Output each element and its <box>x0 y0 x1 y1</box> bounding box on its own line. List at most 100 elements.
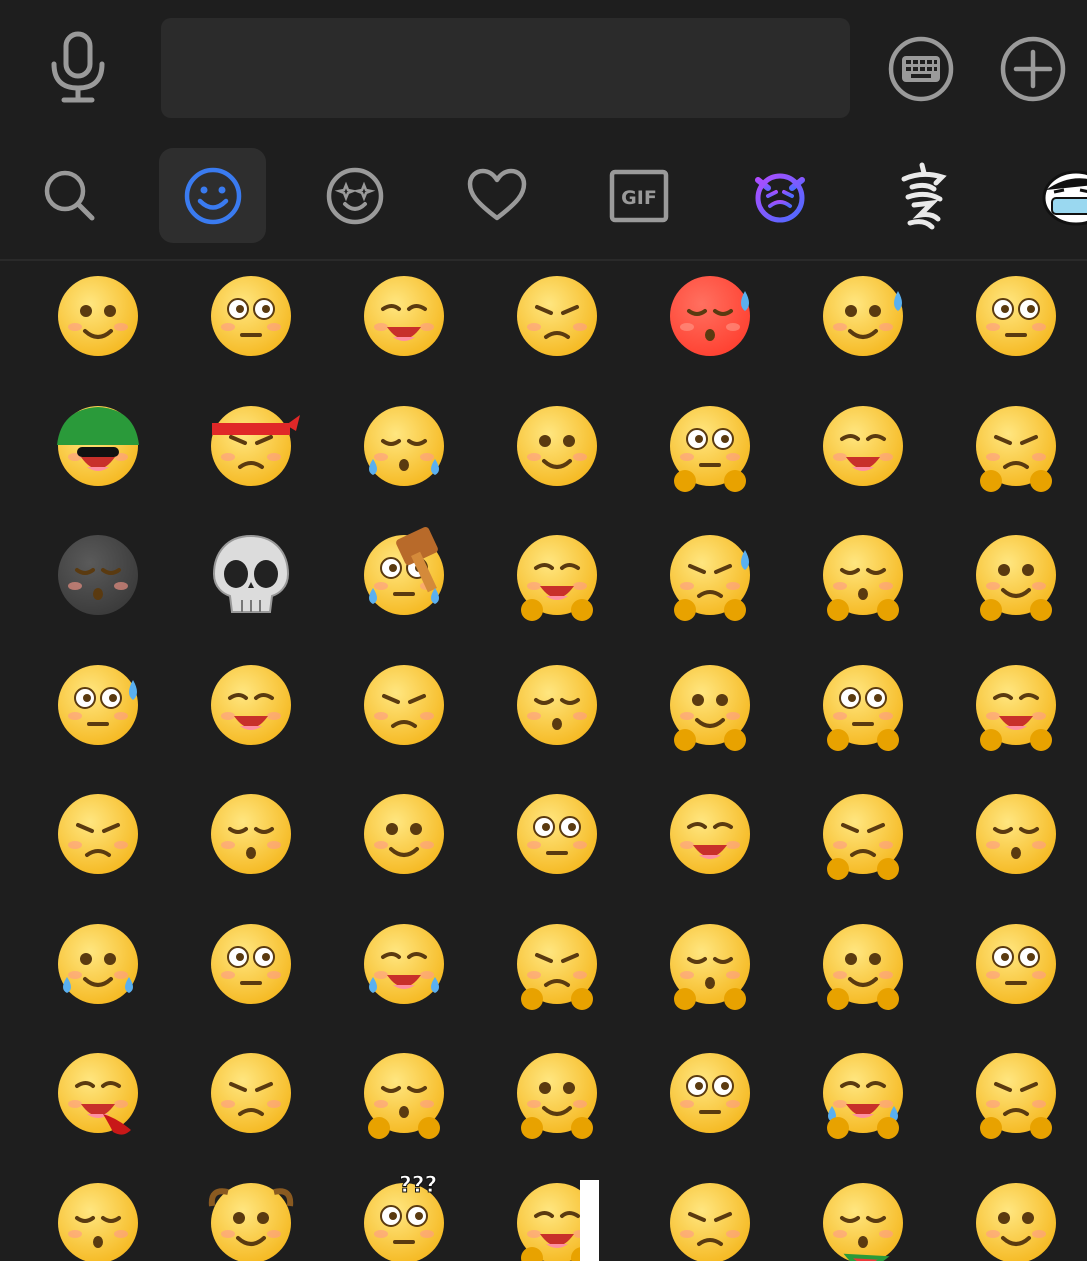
struggle-face-icon <box>976 405 1056 492</box>
emoji-thinking[interactable] <box>201 266 301 366</box>
emoji-tough[interactable] <box>201 396 301 496</box>
emoji-sick[interactable] <box>48 1173 148 1261</box>
emoji-cheer[interactable] <box>507 914 607 1014</box>
emoji-nosebleed[interactable] <box>48 1043 148 1143</box>
emoji-question[interactable]: ??? <box>354 1172 454 1261</box>
emoji-teary-eyes[interactable] <box>813 784 913 884</box>
grin-face-icon <box>976 276 1056 356</box>
emoji-shy[interactable] <box>660 914 760 1014</box>
emoji-hands-up[interactable] <box>354 1043 454 1143</box>
emoji-pout-arms[interactable] <box>813 655 913 755</box>
emoji-yawn-cover[interactable] <box>813 525 913 625</box>
skull-face-icon <box>212 534 290 613</box>
emoji-shocked[interactable] <box>660 784 760 884</box>
typing-face-icon <box>976 1053 1056 1139</box>
emoji-kiss[interactable] <box>354 784 454 884</box>
emoji-angry-shout[interactable] <box>354 396 454 496</box>
svg-text:???: ??? <box>399 1173 437 1198</box>
emoji-struggle[interactable] <box>966 396 1066 496</box>
emoji-drool[interactable] <box>354 266 454 366</box>
smiley-icon <box>184 167 241 224</box>
emoji-dim[interactable] <box>660 1043 760 1143</box>
emoji-blush-hold[interactable] <box>507 525 607 625</box>
emoji-facepalm-sweat[interactable] <box>660 525 760 625</box>
nosebleed-face-icon <box>58 1053 138 1135</box>
emoji-big-grin[interactable] <box>201 655 301 755</box>
tab-search[interactable] <box>16 148 123 243</box>
bald-face-icon <box>208 1182 294 1261</box>
dim-face-icon <box>670 1053 750 1133</box>
meh-face-icon <box>517 276 597 356</box>
scrollbar-thumb[interactable] <box>580 1180 599 1261</box>
yawn-face-icon <box>670 664 750 751</box>
pout-arms-face-icon <box>823 664 903 751</box>
emoji-melon[interactable] <box>813 1173 913 1261</box>
emoji-sad[interactable] <box>48 784 148 884</box>
emoji-bomb[interactable] <box>48 525 148 625</box>
calligraphy-sticker-icon <box>901 162 947 229</box>
tab-favorites[interactable] <box>443 148 550 243</box>
emoji-hammer[interactable] <box>354 525 454 625</box>
sick-face-icon <box>58 1182 138 1261</box>
tab-sticker-pack-2[interactable] <box>868 148 975 243</box>
dizzy-face-icon <box>823 405 903 486</box>
wink-tongue-face-icon <box>976 794 1056 874</box>
emoji-sweat-sigh[interactable] <box>813 266 913 366</box>
emoji-green-hat[interactable] <box>48 396 148 496</box>
emoji-side-look[interactable] <box>354 655 454 755</box>
emoji-surprised[interactable] <box>48 266 148 366</box>
gif-icon: GIF <box>609 169 668 222</box>
kiss-face-icon <box>364 794 444 874</box>
emoji-shy-cover[interactable] <box>966 525 1066 625</box>
tab-gif[interactable]: GIF <box>585 148 692 243</box>
emoji-hand-face[interactable] <box>507 1043 607 1143</box>
tab-sticker-pack-1[interactable] <box>726 148 833 243</box>
joy-face-icon <box>823 923 903 1010</box>
emoji-wink-tongue[interactable] <box>966 784 1066 884</box>
emoji-typing[interactable] <box>966 1043 1066 1143</box>
emoji-smile-soft[interactable] <box>201 1043 301 1143</box>
mic-icon[interactable] <box>44 30 112 106</box>
emoji-side-look-2[interactable] <box>507 655 607 755</box>
blush-hold-face-icon <box>517 535 597 621</box>
emoji-meh[interactable] <box>507 266 607 366</box>
emoji-puzzled[interactable] <box>507 396 607 496</box>
emoji-dizzy[interactable] <box>813 396 913 496</box>
emoji-smug-roll[interactable] <box>966 914 1066 1014</box>
emoji-shocked-red[interactable] <box>660 266 760 366</box>
emoji-smirk[interactable] <box>201 784 301 884</box>
emoji-cute[interactable] <box>201 914 301 1014</box>
emoji-shh[interactable] <box>660 396 760 496</box>
emoji-skull[interactable] <box>201 525 301 625</box>
melon-face-icon <box>823 1182 903 1261</box>
emoji-nervous-sweat[interactable] <box>48 655 148 755</box>
search-icon <box>44 170 94 220</box>
tab-animated[interactable] <box>301 148 408 243</box>
worried-hands-face-icon <box>976 664 1056 751</box>
message-input[interactable] <box>161 18 850 118</box>
emoji-laugh-cover[interactable] <box>813 1043 913 1143</box>
tab-sticker-pack-3[interactable] <box>1010 148 1087 243</box>
keyboard-icon[interactable] <box>886 34 956 104</box>
smug-roll-face-icon <box>976 923 1056 1004</box>
emoji-gentle[interactable] <box>660 1173 760 1261</box>
shy-face-icon <box>670 923 750 1010</box>
drool-face-icon <box>364 276 444 356</box>
upside-face-icon <box>976 1182 1056 1261</box>
shy-cover-face-icon <box>976 535 1056 621</box>
emoji-kiss-2[interactable] <box>507 784 607 884</box>
emoji-joy[interactable] <box>813 914 913 1014</box>
emoji-upside[interactable] <box>966 1173 1066 1261</box>
emoji-yawn[interactable] <box>660 655 760 755</box>
emoji-laugh-cry[interactable] <box>48 914 148 1014</box>
thinking-face-icon <box>211 276 291 356</box>
tab-emoji[interactable] <box>159 148 266 243</box>
emoji-grin[interactable] <box>966 266 1066 366</box>
cute-face-icon <box>211 923 291 1004</box>
emoji-ugh-cry[interactable] <box>354 914 454 1014</box>
purple-cat-sticker-icon <box>754 173 805 222</box>
add-icon[interactable] <box>998 34 1068 104</box>
emoji-worried-hands[interactable] <box>966 655 1066 755</box>
emoji-bald[interactable] <box>201 1173 301 1261</box>
surprised-face-icon <box>58 276 138 356</box>
